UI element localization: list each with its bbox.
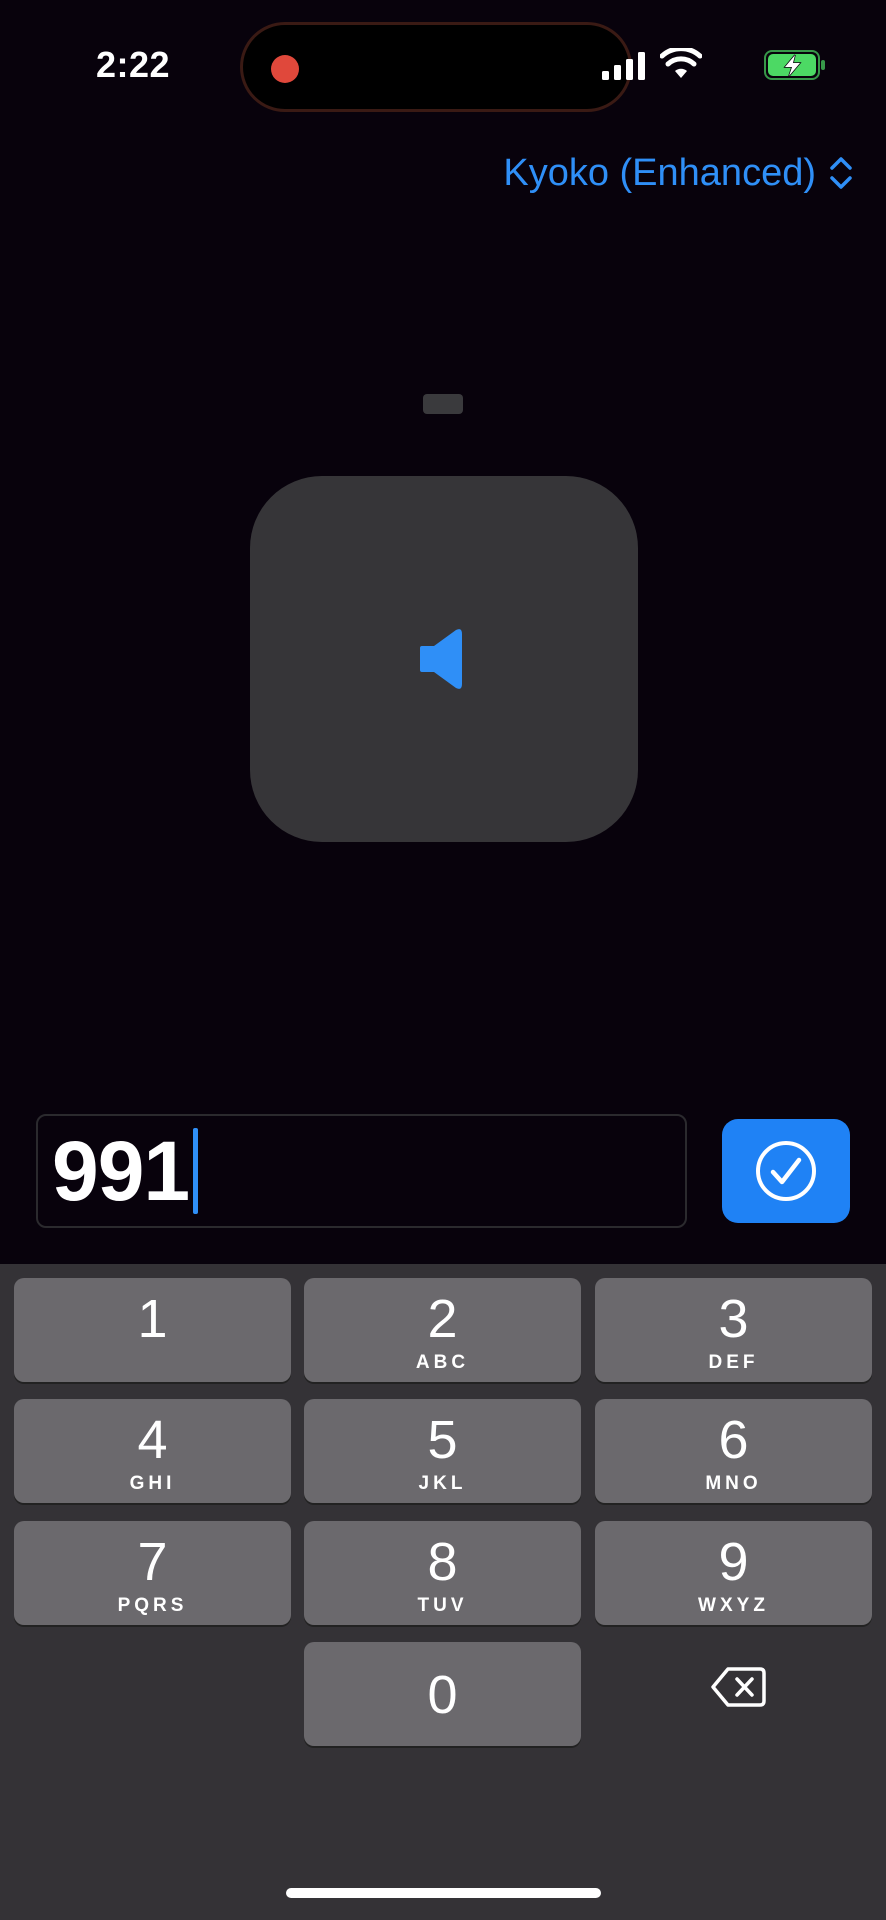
key-letters: TUV bbox=[417, 1595, 468, 1616]
key-letters: ABC bbox=[415, 1352, 470, 1373]
status-icons bbox=[586, 48, 826, 84]
text-caret bbox=[193, 1128, 199, 1214]
key-digit: 3 bbox=[718, 1289, 749, 1349]
key-7[interactable]: 7 PQRS bbox=[14, 1521, 291, 1625]
recording-indicator bbox=[271, 55, 299, 83]
key-digit: 9 bbox=[718, 1532, 749, 1592]
key-digit: 5 bbox=[427, 1410, 458, 1470]
chevron-up-down-icon bbox=[830, 157, 852, 189]
key-digit: 0 bbox=[427, 1665, 458, 1725]
key-0[interactable]: 0 bbox=[304, 1642, 581, 1746]
screen: 2:22 Kyoko (Enhanced) 991 1 2 ABC 3 DEF … bbox=[0, 0, 886, 1920]
key-letters: MNO bbox=[705, 1473, 762, 1494]
key-8[interactable]: 8 TUV bbox=[304, 1521, 581, 1625]
key-4[interactable]: 4 GHI bbox=[14, 1399, 291, 1503]
key-9[interactable]: 9 WXYZ bbox=[595, 1521, 872, 1625]
checkmark-circle-icon bbox=[756, 1141, 816, 1201]
key-letters: WXYZ bbox=[698, 1595, 769, 1616]
confirm-button[interactable] bbox=[722, 1119, 850, 1223]
battery-charging-icon bbox=[764, 50, 825, 80]
key-digit: 4 bbox=[137, 1410, 168, 1470]
key-1[interactable]: 1 bbox=[14, 1278, 291, 1382]
key-5[interactable]: 5 JKL bbox=[304, 1399, 581, 1503]
page-indicator bbox=[423, 394, 463, 414]
voice-picker-label: Kyoko (Enhanced) bbox=[503, 151, 816, 194]
dynamic-island bbox=[240, 22, 632, 112]
status-time: 2:22 bbox=[96, 44, 171, 85]
key-letters: JKL bbox=[418, 1473, 467, 1494]
key-digit: 2 bbox=[427, 1289, 458, 1349]
key-6[interactable]: 6 MNO bbox=[595, 1399, 872, 1503]
speak-button[interactable] bbox=[250, 476, 638, 842]
key-digit: 1 bbox=[137, 1289, 168, 1349]
key-digit: 7 bbox=[137, 1532, 168, 1592]
key-letters: PQRS bbox=[117, 1595, 188, 1616]
key-2[interactable]: 2 ABC bbox=[304, 1278, 581, 1382]
home-indicator[interactable] bbox=[286, 1888, 601, 1898]
key-digit: 8 bbox=[427, 1532, 458, 1592]
backspace-icon[interactable] bbox=[710, 1666, 766, 1708]
signal-icon bbox=[602, 52, 645, 80]
number-input[interactable]: 991 bbox=[36, 1114, 687, 1228]
key-3[interactable]: 3 DEF bbox=[595, 1278, 872, 1382]
key-letters: GHI bbox=[129, 1473, 176, 1494]
number-input-value: 991 bbox=[52, 1124, 190, 1218]
key-digit: 6 bbox=[718, 1410, 749, 1470]
wifi-icon bbox=[660, 48, 702, 78]
key-letters: DEF bbox=[708, 1352, 759, 1373]
voice-picker[interactable]: Kyoko (Enhanced) bbox=[503, 148, 854, 198]
speaker-icon bbox=[420, 629, 462, 689]
numeric-keypad: 1 2 ABC 3 DEF 4 GHI 5 JKL 6 MNO 7 PQRS 8 bbox=[0, 1264, 886, 1920]
